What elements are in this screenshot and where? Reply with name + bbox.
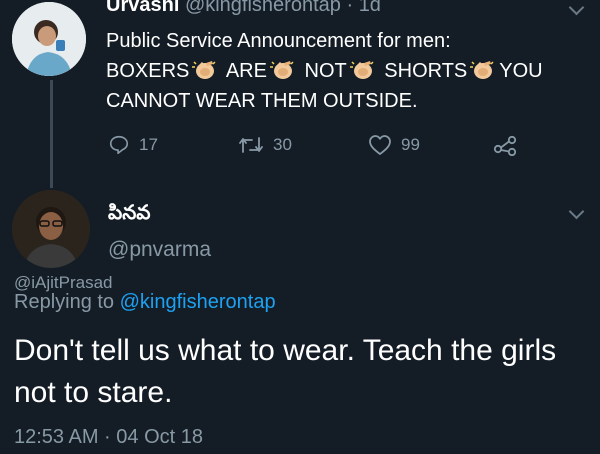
mention[interactable]: @iAjitPrasad [14, 273, 113, 293]
tweet-word: SHORTS [384, 60, 468, 82]
clapping-hands-emoji [348, 60, 374, 80]
retweet-icon [239, 137, 263, 153]
tweet-word: BOXERS [106, 60, 190, 82]
replying-to-label: Replying to [14, 291, 115, 313]
tweet-text-line: Public Service Announcement for men: [106, 30, 451, 52]
tweet-header: Urvashi @kingfisherontap · 1d [106, 0, 381, 17]
handle[interactable]: @pnvarma [108, 238, 211, 262]
timestamp[interactable]: 1d [359, 0, 381, 16]
tweet-text: Don't tell us what to wear. Teach the gi… [14, 334, 557, 409]
share-button[interactable] [492, 132, 527, 158]
tweet-text: Public Service Announcement for men: BOX… [106, 26, 576, 116]
avatar-pnvarma[interactable] [12, 190, 90, 268]
reply-button[interactable]: 17 [108, 132, 158, 158]
clapping-hands-emoji [469, 60, 495, 80]
retweet-button[interactable]: 30 [238, 132, 292, 158]
display-name[interactable]: Urvashi [106, 0, 179, 16]
replying-to: Replying to @kingfisherontap [14, 291, 276, 314]
timestamp[interactable]: 12:53 AM · 04 Oct 18 [14, 426, 203, 449]
clapping-hands-emoji [191, 60, 217, 80]
like-count: 99 [401, 135, 420, 154]
retweet-count: 30 [273, 135, 292, 154]
reply-icon [109, 135, 129, 155]
tweet-text-line: CANNOT WEAR THEM OUTSIDE. [106, 90, 418, 112]
chevron-down-icon[interactable] [568, 0, 585, 16]
tweet-text-line: BOXERS ARE NOT SHORTS YOU [106, 56, 576, 86]
share-icon [493, 135, 517, 156]
tweet-word: NOT [304, 60, 347, 82]
display-name[interactable]: పినవ [108, 202, 150, 229]
chevron-down-icon[interactable] [568, 203, 585, 220]
clapping-hands-emoji [269, 60, 294, 80]
replying-to-link[interactable]: @kingfisherontap [120, 291, 276, 313]
reply-count: 17 [139, 135, 158, 154]
like-icon [369, 135, 391, 155]
tweet-word: YOU [499, 60, 543, 82]
separator-dot: · [346, 0, 354, 16]
handle[interactable]: @kingfisherontap [185, 0, 341, 16]
like-button[interactable]: 99 [368, 132, 420, 158]
thread-connector-line [50, 80, 53, 188]
avatar-urvashi[interactable] [12, 2, 86, 76]
tweet-word: ARE [225, 60, 267, 82]
